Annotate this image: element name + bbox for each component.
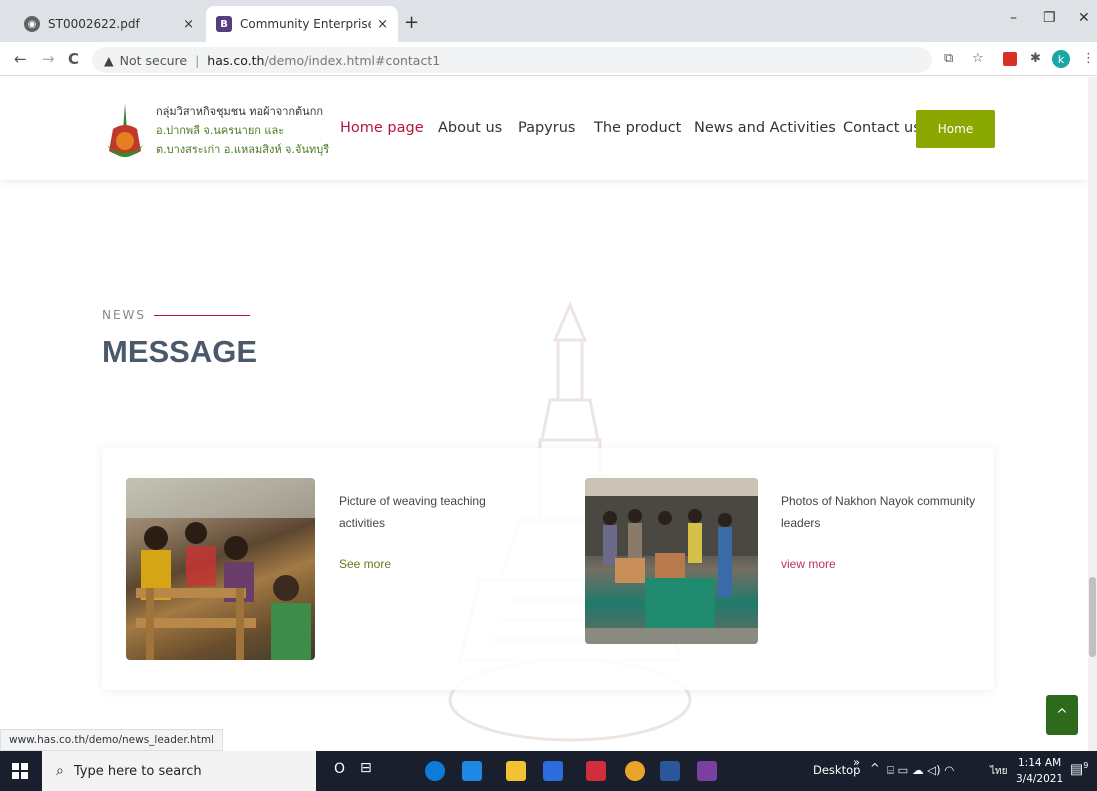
status-bar-url: www.has.co.th/demo/news_leader.html xyxy=(0,729,223,751)
search-placeholder: Type here to search xyxy=(73,763,202,779)
store-icon[interactable] xyxy=(543,761,563,781)
tab-close-button[interactable]: × xyxy=(377,17,388,32)
site-header: กลุ่มวิสาหกิจชุมชน ทอผ้าจากต้นกก อ.ปากพล… xyxy=(0,77,1088,180)
clock-time: 1:14 AM xyxy=(1018,757,1062,769)
reload-button[interactable]: C xyxy=(68,50,79,68)
tab-title: Community Enterprise Group We xyxy=(240,17,372,31)
nav-news-and-activities[interactable]: News and Activities xyxy=(694,120,836,136)
warning-icon: ▲ xyxy=(104,52,114,68)
logo-line-1: กลุ่มวิสาหกิจชุมชน ทอผ้าจากต้นกก xyxy=(156,105,324,118)
logo-text[interactable]: กลุ่มวิสาหกิจชุมชน ทอผ้าจากต้นกก อ.ปากพล… xyxy=(156,102,329,159)
extensions-puzzle-icon[interactable]: ✱ xyxy=(1030,51,1041,66)
browser-tab-bar: ◉ ST0002622.pdf × B Community Enterprise… xyxy=(0,0,1097,42)
news-item-1-title[interactable]: Picture of weaving teaching activities xyxy=(339,490,486,534)
news-item-1-title-line-2: activities xyxy=(339,516,386,530)
tab-close-button[interactable]: × xyxy=(183,17,194,32)
taskbar-clock[interactable]: 1:14 AM 3/4/2021 xyxy=(1016,755,1063,787)
chrome-icon[interactable] xyxy=(625,761,645,781)
scrollbar-thumb[interactable] xyxy=(1089,577,1096,657)
pdf-extension-icon[interactable] xyxy=(1003,52,1017,66)
tab-pdf[interactable]: ◉ ST0002622.pdf × xyxy=(14,6,204,42)
weaving-activity-photo[interactable] xyxy=(126,478,315,660)
tab-community-enterprise[interactable]: B Community Enterprise Group We × xyxy=(206,6,398,42)
url-input[interactable]: ▲ Not secure | has.co.th /demo/index.htm… xyxy=(92,47,932,73)
leaders-photo-image xyxy=(585,478,758,644)
close-window-button[interactable]: ✕ xyxy=(1078,10,1090,26)
minimize-button[interactable]: – xyxy=(1010,10,1017,26)
section-heading: MESSAGE xyxy=(102,334,258,369)
bootstrap-icon: B xyxy=(216,16,232,32)
new-tab-button[interactable]: + xyxy=(404,12,419,33)
section-eyebrow: NEWS xyxy=(102,308,251,322)
news-item-1-title-line-1: Picture of weaving teaching xyxy=(339,494,486,508)
tab-title: ST0002622.pdf xyxy=(48,17,140,31)
logo-line-3: ต.บางสระเก่า อ.แหลมสิงห์ จ.จันทบุรี xyxy=(156,143,330,156)
weaving-photo-image xyxy=(126,478,315,660)
winrar-icon[interactable] xyxy=(697,761,717,781)
back-to-top-button[interactable]: ^ xyxy=(1046,695,1078,735)
not-secure-label: Not secure xyxy=(119,52,188,68)
windows-start-icon[interactable] xyxy=(12,763,28,779)
address-bar-row: ← → C ▲ Not secure | has.co.th /demo/ind… xyxy=(0,42,1097,76)
restore-button[interactable]: ❐ xyxy=(1043,10,1056,26)
windows-taskbar: ⌕ Type here to search O ⊟ Desktop » ^ ⌸ … xyxy=(0,751,1097,791)
view-more-link[interactable]: view more xyxy=(781,557,836,571)
language-indicator[interactable]: ไทย xyxy=(990,764,1007,779)
notification-icon[interactable]: ▤9 xyxy=(1070,761,1088,778)
translate-icon[interactable]: ⧉ xyxy=(944,51,953,66)
nav-about-us[interactable]: About us xyxy=(438,120,502,136)
see-more-link[interactable]: See more xyxy=(339,557,391,571)
tray-system-icons[interactable]: ⌸ ▭ ☁ ◁) ◠ xyxy=(887,763,954,778)
tray-expand-icon[interactable]: ^ xyxy=(870,761,880,775)
profile-avatar[interactable]: k xyxy=(1052,50,1070,68)
bookmark-star-icon[interactable]: ☆ xyxy=(972,51,984,66)
taskbar-search-input[interactable]: ⌕ Type here to search xyxy=(42,751,316,791)
back-button[interactable]: ← xyxy=(14,50,27,68)
nav-papyrus[interactable]: Papyrus xyxy=(518,120,575,136)
url-host: has.co.th xyxy=(207,52,265,68)
news-item-2-title-line-1: Photos of Nakhon Nayok community xyxy=(781,494,976,508)
toolbar-chevron-icon[interactable]: » xyxy=(853,755,860,769)
cortana-icon[interactable]: O xyxy=(334,761,345,777)
news-item-2-title[interactable]: Photos of Nakhon Nayok community leaders xyxy=(781,490,975,534)
eyebrow-label: NEWS xyxy=(102,308,147,322)
home-button[interactable]: Home xyxy=(916,110,995,148)
url-path: /demo/index.html#contact1 xyxy=(264,52,441,68)
mail-icon[interactable] xyxy=(462,761,482,781)
task-view-icon[interactable]: ⊟ xyxy=(360,760,372,776)
forward-button[interactable]: → xyxy=(42,50,55,68)
nav-contact-us[interactable]: Contact us. xyxy=(843,120,925,136)
search-icon: ⌕ xyxy=(56,763,64,779)
clock-date: 3/4/2021 xyxy=(1016,773,1064,785)
news-item-2-title-line-2: leaders xyxy=(781,516,821,530)
nav-home-page[interactable]: Home page xyxy=(340,120,424,136)
word-icon[interactable] xyxy=(660,761,680,781)
edge-icon[interactable] xyxy=(425,761,445,781)
file-explorer-icon[interactable] xyxy=(506,761,526,781)
eyebrow-divider xyxy=(154,314,251,316)
browser-menu-icon[interactable]: ⋮ xyxy=(1082,51,1095,66)
page-scrollbar[interactable] xyxy=(1088,77,1097,751)
url-separator: | xyxy=(195,52,200,68)
nav-the-product[interactable]: The product xyxy=(594,120,681,136)
notification-count: 9 xyxy=(1083,761,1089,770)
logo-line-2: อ.ปากพลี จ.นครนายก และ xyxy=(156,124,285,137)
community-leaders-photo[interactable] xyxy=(585,478,758,644)
gift-icon[interactable] xyxy=(586,761,606,781)
logo-emblem-icon[interactable] xyxy=(105,101,145,159)
globe-icon: ◉ xyxy=(24,16,40,32)
